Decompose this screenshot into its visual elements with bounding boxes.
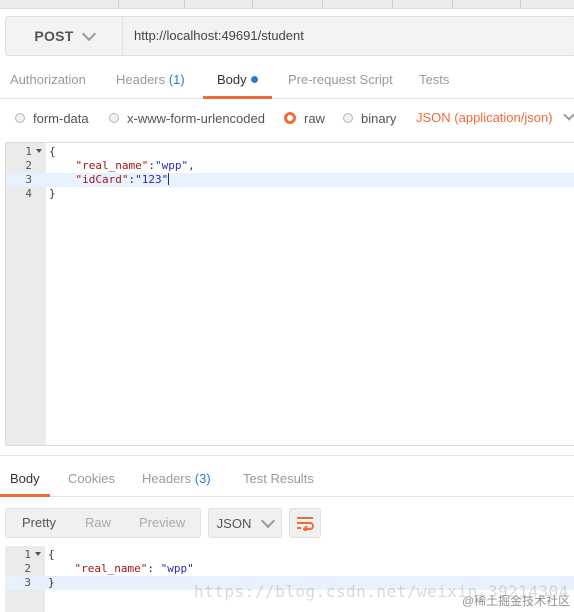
tab-label: Cookies xyxy=(68,471,115,486)
tab-count: (1) xyxy=(168,72,185,87)
radio-label: raw xyxy=(304,110,325,126)
radio-off-icon xyxy=(15,113,25,123)
tab-label: Headers xyxy=(142,471,192,486)
response-tab-cookies[interactable]: Cookies xyxy=(68,462,115,496)
top-tab-strip xyxy=(0,0,574,9)
tab-body[interactable]: Body xyxy=(203,62,272,99)
method-label: POST xyxy=(34,28,74,44)
line-number: 1 xyxy=(5,548,45,562)
chevron-down-icon xyxy=(261,513,276,528)
watermark-credit: @稀土掘金技术社区 xyxy=(462,594,571,608)
response-format-dropdown[interactable]: JSON xyxy=(208,508,282,538)
chevron-down-icon xyxy=(562,109,574,121)
radio-raw[interactable]: raw xyxy=(284,110,325,126)
code-line: } xyxy=(49,187,56,200)
tab-label: Body xyxy=(10,471,40,486)
radio-label: binary xyxy=(361,110,397,126)
radio-label: x-www-form-urlencoded xyxy=(127,110,265,126)
chevron-down-icon xyxy=(81,26,96,41)
wrap-lines-icon xyxy=(297,517,314,531)
line-number: 1 xyxy=(6,145,46,159)
request-body-editor[interactable]: 1 2 3 4 { "real_name":"wpp", "idCard":"1… xyxy=(5,142,574,446)
tab-headers[interactable]: Headers (1) xyxy=(116,62,185,98)
tab-label: Pre-request Script xyxy=(288,72,393,87)
url-input[interactable]: http://localhost:49691/student xyxy=(134,17,304,55)
text-cursor xyxy=(168,173,170,185)
view-mode-group: Pretty Raw Preview xyxy=(5,508,201,538)
tab-tests[interactable]: Tests xyxy=(419,62,449,98)
request-tabs: Authorization Headers (1) Body Pre-reque… xyxy=(0,62,574,99)
code-line: "real_name":"wpp", xyxy=(75,159,195,172)
radio-off-icon xyxy=(343,113,353,123)
tab-pre-request-script[interactable]: Pre-request Script xyxy=(288,62,393,98)
radio-urlencoded[interactable]: x-www-form-urlencoded xyxy=(109,110,265,126)
radio-off-icon xyxy=(109,113,119,123)
radio-label: form-data xyxy=(33,110,89,126)
code-line: "real_name": "wpp" xyxy=(74,562,194,575)
preview-button[interactable]: Preview xyxy=(139,509,185,537)
fold-arrow-icon[interactable] xyxy=(36,149,42,153)
radio-form-data[interactable]: form-data xyxy=(15,110,89,126)
method-dropdown[interactable]: POST xyxy=(6,17,123,55)
tab-label: Tests xyxy=(419,72,450,87)
tab-label: Authorization xyxy=(10,72,86,87)
code-line: { xyxy=(48,548,55,561)
tab-authorization[interactable]: Authorization xyxy=(10,62,86,98)
content-type-dropdown[interactable]: JSON (application/json) xyxy=(416,109,574,125)
response-tabs: Body Cookies Headers (3) Test Results xyxy=(0,462,574,497)
code-line: "idCard":"123" xyxy=(75,173,170,186)
response-tab-body[interactable]: Body xyxy=(0,462,50,497)
content-type-label: JSON (application/json) xyxy=(416,110,553,125)
request-bar: POST http://localhost:49691/student xyxy=(5,16,574,56)
line-number: 3 xyxy=(25,173,32,186)
body-mode-selector: form-data x-www-form-urlencoded raw bina… xyxy=(0,104,574,132)
pretty-button[interactable]: Pretty xyxy=(22,509,56,537)
line-number: 4 xyxy=(25,187,32,200)
line-number: 2 xyxy=(25,159,32,172)
line-number: 3 xyxy=(24,576,31,589)
radio-binary[interactable]: binary xyxy=(343,110,396,126)
line-number: 2 xyxy=(24,562,31,575)
tab-count: (3) xyxy=(194,471,211,486)
tab-label: Body xyxy=(217,72,247,87)
code-line: } xyxy=(48,576,55,589)
code-line: { xyxy=(49,145,56,158)
wrap-lines-button[interactable] xyxy=(289,508,321,538)
format-label: JSON xyxy=(216,515,252,531)
fold-arrow-icon[interactable] xyxy=(35,552,41,556)
raw-button[interactable]: Raw xyxy=(85,509,111,537)
radio-on-icon xyxy=(284,112,296,124)
tab-label: Test Results xyxy=(243,471,314,486)
tab-label: Headers xyxy=(116,72,166,87)
modified-dot-icon xyxy=(250,76,258,83)
response-tab-test-results[interactable]: Test Results xyxy=(243,462,314,496)
divider xyxy=(0,455,574,456)
response-tab-headers[interactable]: Headers (3) xyxy=(142,462,211,496)
